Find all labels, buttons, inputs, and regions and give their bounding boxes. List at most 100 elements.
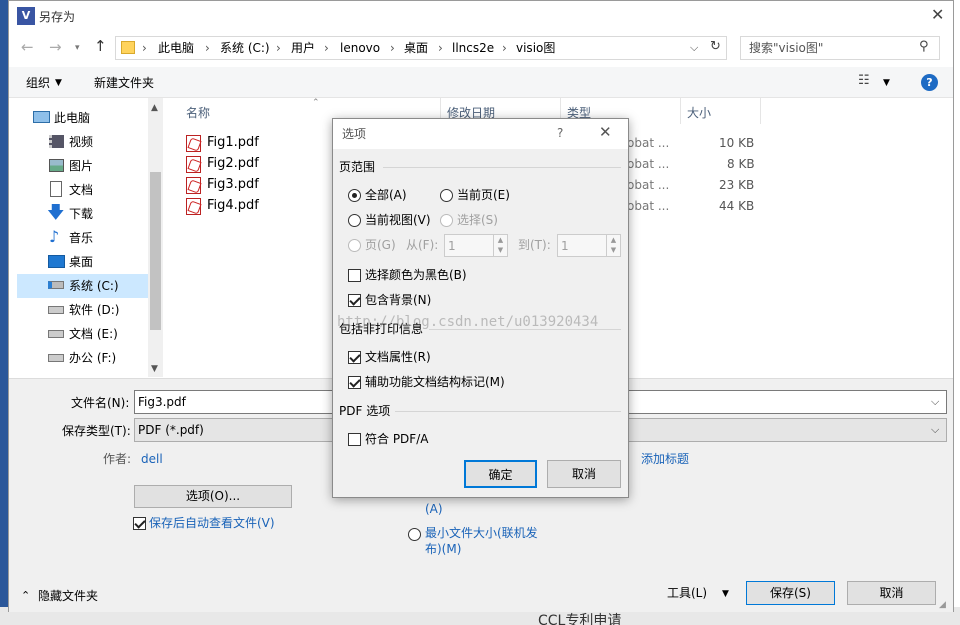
search-icon[interactable]: ⚲ (919, 39, 929, 55)
sidebar-item-desktop[interactable]: 桌面 (17, 250, 155, 274)
pdfa-checkbox[interactable] (348, 433, 361, 446)
search-input[interactable]: 搜索"visio图" (749, 40, 823, 56)
breadcrumb-item[interactable]: 系统 (C:) (220, 40, 270, 56)
pdf-file-icon (186, 198, 201, 215)
sidebar-item-drive-f[interactable]: 办公 (F:) (17, 346, 155, 370)
close-icon[interactable]: ✕ (931, 7, 944, 23)
dialog-close-icon[interactable]: ✕ (599, 124, 612, 140)
breadcrumb-item[interactable]: lenovo (340, 40, 380, 56)
options-button[interactable]: 选项(O)... (134, 485, 292, 508)
search-box[interactable]: 搜索"visio图" ⚲ (740, 36, 940, 60)
sidebar-item-label: 此电脑 (54, 111, 91, 125)
address-bar[interactable]: › 此电脑 › 系统 (C:) › 用户 › lenovo › 桌面 › lln… (115, 36, 727, 60)
range-current-page-radio[interactable] (440, 189, 453, 202)
sidebar-item-downloads[interactable]: 🡇 下载 (17, 202, 155, 226)
include-background-checkbox[interactable] (348, 294, 361, 307)
forward-arrow-icon[interactable]: → (49, 39, 62, 55)
breadcrumb-item[interactable]: 桌面 (404, 40, 428, 56)
from-value: 1 (448, 239, 456, 253)
sidebar-item-label: 桌面 (69, 255, 94, 269)
view-options-icon[interactable]: ☷ (858, 73, 870, 89)
doc-properties-checkbox[interactable] (348, 351, 361, 364)
from-spinner: 1 ▲ ▼ (444, 234, 508, 257)
ok-button[interactable]: 确定 (464, 460, 537, 488)
scroll-up-icon[interactable]: ▲ (151, 100, 158, 116)
breadcrumb-item[interactable]: 此电脑 (158, 40, 194, 56)
author-value[interactable]: dell (141, 451, 163, 467)
save-button[interactable]: 保存(S) (746, 581, 835, 605)
sidebar-item-drive-e[interactable]: 文档 (E:) (17, 322, 155, 346)
chevron-down-icon[interactable]: ⌵ (931, 394, 939, 410)
to-label: 到(T): (518, 238, 551, 252)
scroll-down-icon[interactable]: ▼ (151, 361, 158, 377)
divider (395, 411, 621, 412)
scroll-thumb[interactable] (150, 172, 161, 330)
sidebar-item-videos[interactable]: 视频 (17, 130, 155, 154)
command-bar: 组织 ▼ 新建文件夹 ☷ ▼ ? (9, 67, 953, 98)
breadcrumb-sep-icon: › (324, 41, 329, 55)
up-arrow-icon[interactable]: ↑ (94, 38, 107, 54)
column-header-size[interactable]: 大小 (687, 105, 711, 121)
refresh-icon[interactable]: ↻ (710, 39, 721, 55)
documents-icon (50, 181, 62, 197)
drive-icon (48, 306, 64, 314)
dialog-help-icon[interactable]: ? (557, 125, 563, 141)
chevron-down-icon: ▼ (55, 78, 62, 88)
help-icon[interactable]: ? (921, 74, 938, 91)
include-background-label[interactable]: 包含背景(N) (365, 292, 431, 308)
optimize-minimum-label-line1[interactable]: 最小文件大小(联机发 (425, 525, 538, 541)
pdf-file-icon (186, 177, 201, 194)
sidebar-item-label: 文档 (69, 183, 94, 197)
autoview-label[interactable]: 保存后自动查看文件(V) (149, 515, 275, 531)
black-color-checkbox[interactable] (348, 269, 361, 282)
add-title-link[interactable]: 添加标题 (641, 451, 689, 467)
accessibility-tags-label[interactable]: 辅助功能文档结构标记(M) (365, 374, 505, 390)
back-arrow-icon[interactable]: ← (21, 39, 34, 55)
window-title: 另存为 (39, 10, 76, 24)
recent-chevron-icon[interactable]: ▾ (75, 40, 80, 56)
organize-button[interactable]: 组织 (26, 75, 50, 91)
dialog-cancel-button[interactable]: 取消 (547, 460, 621, 488)
divider (383, 167, 621, 168)
resize-grip-icon[interactable]: ◢ (939, 597, 946, 613)
optimize-standard-tail[interactable]: (A) (425, 501, 443, 517)
chevron-down-icon[interactable]: ▼ (883, 75, 890, 91)
computer-icon (33, 111, 50, 123)
file-name: Fig3.pdf (207, 177, 259, 192)
doc-properties-label[interactable]: 文档属性(R) (365, 349, 431, 365)
sidebar-item-pictures[interactable]: 图片 (17, 154, 155, 178)
address-dropdown-icon[interactable]: ⌵ (690, 40, 698, 56)
new-folder-button[interactable]: 新建文件夹 (94, 75, 154, 91)
save-type-label: 保存类型(T): (62, 424, 131, 438)
sidebar-scrollbar[interactable]: ▲ ▼ (148, 98, 163, 377)
breadcrumb-item[interactable]: 用户 (291, 40, 315, 56)
breadcrumb-item[interactable]: visio图 (516, 40, 555, 56)
optimize-minimum-label-line2[interactable]: 布)(M) (425, 541, 461, 557)
accessibility-tags-checkbox[interactable] (348, 376, 361, 389)
range-selection-radio (440, 214, 453, 227)
pdf-file-icon (186, 156, 201, 173)
hide-folders-chevron-icon[interactable]: ⌃ (21, 588, 30, 604)
chevron-down-icon[interactable]: ▼ (722, 586, 729, 602)
range-all-label[interactable]: 全部(A) (365, 187, 407, 203)
autoview-checkbox[interactable] (133, 517, 146, 530)
sidebar-item-documents[interactable]: 文档 (17, 178, 155, 202)
sidebar-item-music[interactable]: ♪ 音乐 (17, 226, 155, 250)
sidebar-item-drive-d[interactable]: 软件 (D:) (17, 298, 155, 322)
range-current-view-radio[interactable] (348, 214, 361, 227)
sidebar-item-this-pc[interactable]: 此电脑 (9, 106, 147, 130)
optimize-minimum-radio[interactable] (408, 528, 421, 541)
range-current-view-label[interactable]: 当前视图(V) (365, 212, 431, 228)
column-divider (760, 98, 761, 124)
cancel-button[interactable]: 取消 (847, 581, 936, 605)
sidebar-item-drive-c[interactable]: 系统 (C:) (17, 274, 155, 298)
column-header-name[interactable]: 名称 (186, 105, 210, 121)
black-color-label[interactable]: 选择颜色为黑色(B) (365, 267, 467, 283)
range-selection-label: 选择(S) (457, 213, 498, 227)
breadcrumb-item[interactable]: llncs2e (452, 40, 494, 56)
hide-folders-button[interactable]: 隐藏文件夹 (38, 588, 98, 604)
range-all-radio[interactable] (348, 189, 361, 202)
pdfa-label[interactable]: 符合 PDF/A (365, 431, 428, 447)
range-current-page-label[interactable]: 当前页(E) (457, 187, 510, 203)
tools-button[interactable]: 工具(L) (667, 585, 707, 601)
